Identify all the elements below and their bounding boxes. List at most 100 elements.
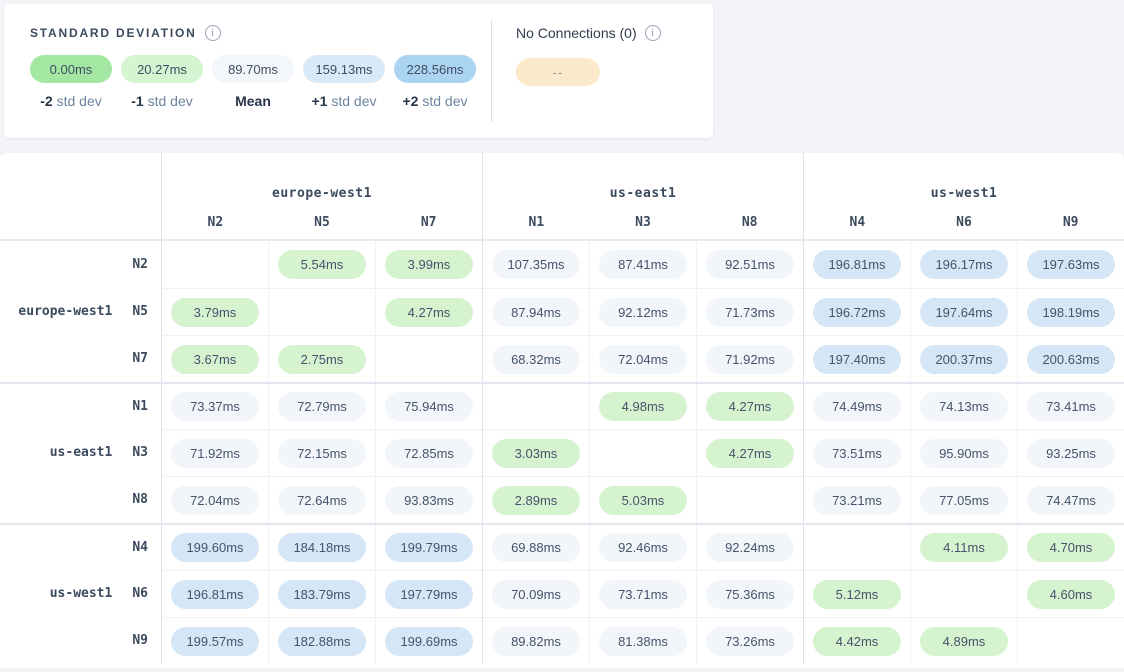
latency-cell[interactable]: 196.81ms: [161, 570, 268, 617]
latency-cell[interactable]: 5.03ms: [589, 476, 696, 523]
latency-cell[interactable]: 4.27ms: [375, 288, 482, 335]
latency-cell[interactable]: 71.73ms: [696, 288, 803, 335]
latency-pill: 68.32ms: [492, 345, 580, 374]
latency-cell[interactable]: 199.57ms: [161, 617, 268, 664]
latency-cell[interactable]: 92.46ms: [589, 525, 696, 570]
latency-cell[interactable]: 4.70ms: [1017, 525, 1124, 570]
latency-cell[interactable]: 5.54ms: [268, 241, 375, 288]
latency-pill: 184.18ms: [278, 533, 366, 562]
latency-cell[interactable]: 199.60ms: [161, 525, 268, 570]
latency-pill: 71.92ms: [706, 345, 794, 374]
latency-pill: 197.40ms: [813, 345, 901, 374]
latency-pill: 5.12ms: [813, 580, 901, 609]
latency-cell[interactable]: [268, 288, 375, 335]
latency-cell[interactable]: 197.63ms: [1017, 241, 1124, 288]
latency-cell[interactable]: 182.88ms: [268, 617, 375, 664]
latency-cell[interactable]: 4.27ms: [696, 384, 803, 429]
latency-cell[interactable]: 74.47ms: [1017, 476, 1124, 523]
latency-cell[interactable]: 93.83ms: [375, 476, 482, 523]
latency-pill: 92.46ms: [599, 533, 687, 562]
latency-cell[interactable]: 73.51ms: [803, 429, 910, 476]
latency-cell[interactable]: 92.51ms: [696, 241, 803, 288]
latency-cell[interactable]: 197.64ms: [910, 288, 1017, 335]
latency-cell[interactable]: [375, 335, 482, 382]
latency-cell[interactable]: 70.09ms: [482, 570, 589, 617]
latency-cell[interactable]: 72.04ms: [589, 335, 696, 382]
latency-pill: 196.72ms: [813, 298, 901, 327]
latency-cell[interactable]: 183.79ms: [268, 570, 375, 617]
latency-cell[interactable]: 4.98ms: [589, 384, 696, 429]
latency-cell[interactable]: 196.72ms: [803, 288, 910, 335]
latency-cell[interactable]: 73.26ms: [696, 617, 803, 664]
latency-cell[interactable]: 87.94ms: [482, 288, 589, 335]
latency-cell[interactable]: 93.25ms: [1017, 429, 1124, 476]
latency-cell[interactable]: 71.92ms: [696, 335, 803, 382]
latency-cell[interactable]: [589, 429, 696, 476]
latency-cell[interactable]: 199.79ms: [375, 525, 482, 570]
latency-cell[interactable]: 4.89ms: [910, 617, 1017, 664]
matrix-row: N173.37ms72.79ms75.94ms4.98ms4.27ms74.49…: [0, 382, 1124, 429]
row-header-node: N6: [132, 586, 148, 601]
latency-cell[interactable]: 4.42ms: [803, 617, 910, 664]
latency-cell[interactable]: 199.69ms: [375, 617, 482, 664]
latency-cell[interactable]: 72.85ms: [375, 429, 482, 476]
latency-cell[interactable]: [161, 241, 268, 288]
latency-cell[interactable]: 3.67ms: [161, 335, 268, 382]
latency-cell[interactable]: 3.99ms: [375, 241, 482, 288]
latency-cell[interactable]: 4.27ms: [696, 429, 803, 476]
latency-cell[interactable]: [803, 525, 910, 570]
latency-cell[interactable]: 89.82ms: [482, 617, 589, 664]
latency-cell[interactable]: 74.13ms: [910, 384, 1017, 429]
latency-cell[interactable]: 72.64ms: [268, 476, 375, 523]
latency-cell[interactable]: 69.88ms: [482, 525, 589, 570]
matrix-row: europe-west1N53.79ms4.27ms87.94ms92.12ms…: [0, 288, 1124, 335]
latency-pill: 81.38ms: [599, 627, 687, 656]
info-icon[interactable]: [205, 25, 221, 41]
latency-cell[interactable]: 2.75ms: [268, 335, 375, 382]
latency-cell[interactable]: 198.19ms: [1017, 288, 1124, 335]
latency-cell[interactable]: 92.12ms: [589, 288, 696, 335]
row-header-node: N4: [132, 540, 148, 555]
latency-cell[interactable]: 74.49ms: [803, 384, 910, 429]
std-dev-label-row: -2 std dev-1 std devMean+1 std dev+2 std…: [30, 93, 491, 109]
latency-cell[interactable]: 196.81ms: [803, 241, 910, 288]
latency-cell[interactable]: [910, 570, 1017, 617]
latency-pill: 197.64ms: [920, 298, 1008, 327]
latency-cell[interactable]: 200.37ms: [910, 335, 1017, 382]
latency-cell[interactable]: 3.79ms: [161, 288, 268, 335]
column-header-node: N3: [590, 215, 697, 230]
latency-cell[interactable]: 4.60ms: [1017, 570, 1124, 617]
latency-cell[interactable]: 72.15ms: [268, 429, 375, 476]
latency-cell[interactable]: 73.37ms: [161, 384, 268, 429]
latency-cell[interactable]: 72.79ms: [268, 384, 375, 429]
matrix-row: N25.54ms3.99ms107.35ms87.41ms92.51ms196.…: [0, 241, 1124, 288]
latency-cell[interactable]: 81.38ms: [589, 617, 696, 664]
latency-cell[interactable]: 3.03ms: [482, 429, 589, 476]
latency-cell[interactable]: [482, 384, 589, 429]
latency-cell[interactable]: [696, 476, 803, 523]
latency-cell[interactable]: 197.40ms: [803, 335, 910, 382]
latency-cell[interactable]: 71.92ms: [161, 429, 268, 476]
latency-cell[interactable]: 73.21ms: [803, 476, 910, 523]
latency-cell[interactable]: 87.41ms: [589, 241, 696, 288]
latency-cell[interactable]: 200.63ms: [1017, 335, 1124, 382]
latency-cell[interactable]: 73.71ms: [589, 570, 696, 617]
latency-cell[interactable]: [1017, 617, 1124, 664]
latency-cell[interactable]: 68.32ms: [482, 335, 589, 382]
latency-cell[interactable]: 72.04ms: [161, 476, 268, 523]
latency-cell[interactable]: 75.36ms: [696, 570, 803, 617]
latency-cell[interactable]: 196.17ms: [910, 241, 1017, 288]
info-icon[interactable]: [645, 25, 661, 41]
latency-cell[interactable]: 197.79ms: [375, 570, 482, 617]
latency-pill: 74.49ms: [813, 392, 901, 421]
latency-cell[interactable]: 95.90ms: [910, 429, 1017, 476]
latency-cell[interactable]: 5.12ms: [803, 570, 910, 617]
latency-cell[interactable]: 77.05ms: [910, 476, 1017, 523]
latency-cell[interactable]: 75.94ms: [375, 384, 482, 429]
latency-cell[interactable]: 92.24ms: [696, 525, 803, 570]
latency-cell[interactable]: 4.11ms: [910, 525, 1017, 570]
latency-cell[interactable]: 107.35ms: [482, 241, 589, 288]
latency-cell[interactable]: 73.41ms: [1017, 384, 1124, 429]
latency-cell[interactable]: 184.18ms: [268, 525, 375, 570]
latency-cell[interactable]: 2.89ms: [482, 476, 589, 523]
